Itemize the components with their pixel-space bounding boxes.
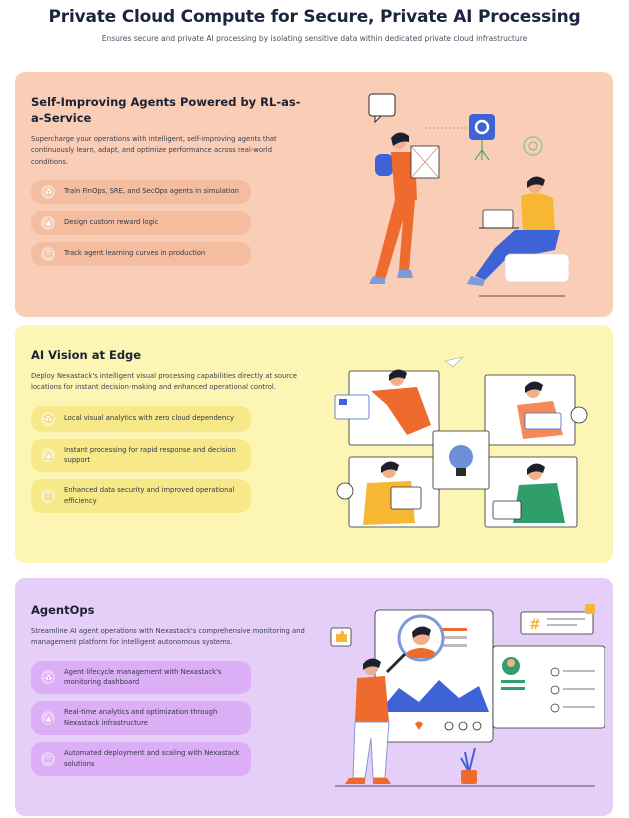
feature-item: Instant processing for rapid response an… bbox=[31, 438, 251, 473]
feature-item: Train FinOps, SRE, and SecOps agents in … bbox=[31, 179, 251, 204]
feature-item: Enhanced data security and improved oper… bbox=[31, 479, 251, 513]
cube-icon bbox=[41, 184, 55, 199]
section-card-agentops: AgentOps Streamline AI agent operations … bbox=[15, 578, 613, 816]
section-description: Streamline AI agent operations with Nexa… bbox=[31, 627, 305, 647]
layers-icon bbox=[41, 489, 55, 504]
feature-text: Real-time analytics and optimization thr… bbox=[64, 708, 218, 728]
section-card-rl-agents: Self-Improving Agents Powered by RL-as-a… bbox=[15, 72, 613, 317]
section-card-ai-vision: AI Vision at Edge Deploy Nexastack's int… bbox=[15, 325, 613, 563]
cube-icon bbox=[41, 670, 55, 685]
section-description: Deploy Nexastack's intelligent visual pr… bbox=[31, 372, 297, 392]
feature-item: Real-time analytics and optimization thr… bbox=[31, 701, 251, 735]
feature-text: Train FinOps, SRE, and SecOps agents in … bbox=[64, 187, 239, 196]
rl-agents-illustration bbox=[368, 93, 570, 297]
feature-item: Design custom reward logic bbox=[31, 210, 251, 235]
svg-text:#: # bbox=[529, 617, 541, 633]
cube-icon bbox=[41, 411, 55, 426]
section-title: AgentOps bbox=[31, 603, 95, 617]
feature-text: Track agent learning curves in productio… bbox=[64, 249, 206, 258]
layers-icon bbox=[41, 751, 55, 766]
page-title: Private Cloud Compute for Secure, Privat… bbox=[48, 7, 581, 27]
feature-item: Local visual analytics with zero cloud d… bbox=[31, 405, 251, 432]
layers-icon bbox=[41, 246, 55, 261]
feature-text: Design custom reward logic bbox=[64, 218, 159, 227]
feature-text: Local visual analytics with zero cloud d… bbox=[64, 414, 235, 423]
section-title: AI Vision at Edge bbox=[31, 348, 142, 362]
feature-text: Agent lifecycle management with Nexastac… bbox=[64, 667, 222, 687]
feature-item: Automated deployment and scaling with Ne… bbox=[31, 742, 251, 776]
feature-text: Instant processing for rapid response an… bbox=[64, 445, 236, 465]
feature-list: Train FinOps, SRE, and SecOps agents in … bbox=[31, 179, 311, 266]
feature-list: Local visual analytics with zero cloud d… bbox=[31, 405, 311, 513]
feature-text: Automated deployment and scaling with Ne… bbox=[64, 749, 240, 768]
ai-vision-puzzle-illustration bbox=[334, 356, 588, 528]
triangle-icon bbox=[41, 448, 55, 463]
section-title: Self-Improving Agents Powered by RL-as-a… bbox=[31, 95, 301, 126]
triangle-icon bbox=[41, 711, 55, 726]
agentops-dashboard-illustration: # bbox=[330, 604, 605, 787]
feature-list: Agent lifecycle management with Nexastac… bbox=[31, 660, 311, 776]
feature-item: Track agent learning curves in productio… bbox=[31, 241, 251, 266]
page-subtitle: Ensures secure and private AI processing… bbox=[101, 34, 528, 43]
feature-item: Agent lifecycle management with Nexastac… bbox=[31, 660, 251, 695]
section-description: Supercharge your operations with intelli… bbox=[31, 135, 277, 166]
feature-text: Enhanced data security and improved oper… bbox=[64, 486, 235, 506]
triangle-icon bbox=[41, 215, 55, 230]
